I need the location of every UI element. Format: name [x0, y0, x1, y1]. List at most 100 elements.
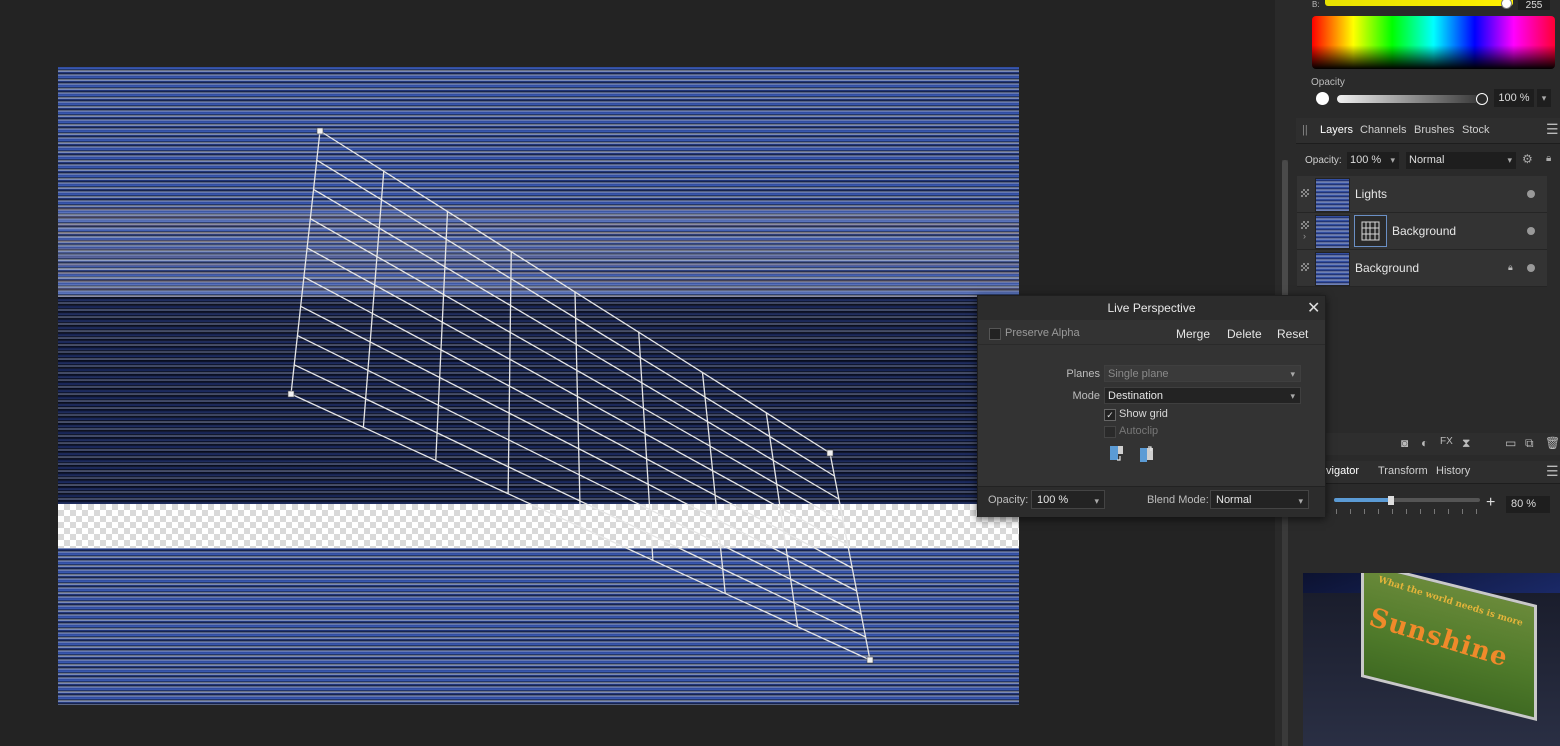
layer-opacity-value: 100 % — [1350, 154, 1382, 166]
filter-blend-value: Normal — [1216, 494, 1252, 506]
layer-row-lights[interactable]: Lights — [1297, 176, 1547, 213]
color-opacity-value[interactable]: 100 % — [1494, 89, 1534, 107]
layer-blend-mode-select[interactable]: Normal ▾ — [1406, 152, 1516, 169]
visibility-dot-icon[interactable] — [1527, 227, 1535, 235]
layer-thumbnail — [1315, 215, 1350, 249]
tab-transform[interactable]: Transform — [1378, 465, 1428, 477]
layer-checker-icon — [1301, 263, 1309, 271]
hamburger-icon[interactable]: ☰ — [1546, 121, 1559, 138]
zoom-slider-knob[interactable] — [1388, 496, 1394, 505]
filter-opacity-value: 100 % — [1037, 494, 1069, 506]
chevron-down-icon[interactable]: ▾ — [1537, 89, 1551, 107]
chevron-down-icon: ▾ — [1290, 369, 1295, 379]
layer-thumbnail — [1315, 178, 1350, 212]
tab-layers[interactable]: Layers — [1320, 124, 1353, 136]
grid-line-vertical — [290, 130, 321, 395]
color-opacity-slider[interactable] — [1337, 95, 1479, 103]
hamburger-icon[interactable]: ☰ — [1546, 463, 1559, 480]
visibility-dot-icon[interactable] — [1527, 190, 1535, 198]
grid-line-vertical — [507, 251, 512, 494]
folder-icon[interactable]: ▭ — [1505, 436, 1516, 450]
mode-select[interactable]: Destination ▾ — [1104, 387, 1301, 404]
filter-blend-label: Blend Mode: — [1147, 494, 1209, 506]
grid-line-vertical — [765, 412, 799, 627]
b-channel-value[interactable]: 255 — [1518, 0, 1550, 11]
trash-icon[interactable]: 🗑︎ — [1545, 436, 1560, 450]
grid-corner-handle[interactable] — [826, 449, 834, 457]
show-grid-checkbox[interactable]: ✓ — [1104, 409, 1116, 421]
tab-brushes[interactable]: Brushes — [1414, 124, 1454, 136]
filter-opacity-label: Opacity: — [988, 494, 1029, 506]
source-image-icon[interactable] — [1110, 446, 1124, 462]
grid-line-horizontal — [319, 130, 831, 454]
lock-icon[interactable]: 🔒︎ — [1546, 153, 1551, 164]
color-opacity-knob[interactable] — [1476, 93, 1488, 105]
zoom-slider-fill — [1334, 498, 1391, 502]
b-channel-slider[interactable] — [1325, 0, 1513, 6]
filter-blend-select[interactable]: Normal ▾ — [1210, 490, 1309, 509]
dialog-divider — [978, 344, 1325, 345]
perspective-filter-icon — [1354, 215, 1387, 247]
autoclip-label: Autoclip — [1119, 425, 1159, 437]
grid-line-horizontal — [297, 334, 862, 615]
dialog-title: Live Perspective — [1107, 301, 1196, 315]
zoom-ticks — [1336, 509, 1478, 514]
tab-channels[interactable]: Channels — [1360, 124, 1406, 136]
preserve-alpha-label: Preserve Alpha — [1005, 327, 1080, 339]
tab-stock[interactable]: Stock — [1462, 124, 1490, 136]
merge-button[interactable]: Merge — [1176, 327, 1210, 341]
filter-opacity-field[interactable]: 100 % ▾ — [1031, 490, 1105, 509]
fx-icon[interactable]: FX — [1440, 436, 1453, 447]
mode-value: Destination — [1108, 390, 1164, 402]
color-swatch[interactable] — [1316, 92, 1329, 105]
live-perspective-dialog: Live Perspective ✕ Preserve Alpha Merge … — [977, 295, 1326, 517]
visibility-dot-icon[interactable] — [1527, 264, 1535, 272]
grid-line-horizontal — [316, 159, 835, 477]
planes-select[interactable]: Single plane ▾ — [1104, 365, 1301, 382]
grid-line-vertical — [362, 171, 385, 428]
planes-value: Single plane — [1108, 368, 1169, 380]
layer-opacity-field[interactable]: 100 % ▾ — [1347, 152, 1399, 169]
adjustment-icon[interactable]: ◐ — [1421, 436, 1428, 450]
grid-line-horizontal — [300, 305, 857, 592]
mask-icon[interactable]: ◙ — [1401, 436, 1408, 450]
delete-button[interactable]: Delete — [1227, 327, 1262, 341]
zoom-in-icon[interactable]: + — [1486, 494, 1495, 512]
layer-thumbnail — [1315, 252, 1350, 286]
close-icon[interactable]: ✕ — [1307, 298, 1320, 318]
grid-corner-handle[interactable] — [287, 390, 295, 398]
grid-line-vertical — [638, 332, 654, 561]
hourglass-icon[interactable]: ⧗ — [1462, 436, 1470, 451]
layer-name: Background — [1355, 261, 1420, 275]
lock-icon[interactable]: 🔒︎ — [1508, 262, 1513, 273]
chevron-right-icon[interactable]: › — [1303, 231, 1306, 241]
grid-corner-handle[interactable] — [866, 656, 874, 664]
preserve-alpha-checkbox[interactable] — [989, 328, 1001, 340]
grid-line-vertical — [574, 291, 582, 528]
navigator-preview[interactable]: What the world needs is more Sunshine — [1303, 573, 1560, 746]
layer-opacity-label: Opacity: — [1305, 155, 1342, 166]
destination-image-icon[interactable] — [1140, 446, 1154, 462]
chevron-down-icon: ▾ — [1507, 155, 1512, 165]
mode-label: Mode — [1072, 390, 1100, 402]
chevron-down-icon: ▾ — [1290, 391, 1295, 401]
layer-row-background[interactable]: Background 🔒︎ — [1297, 250, 1547, 287]
add-layer-icon[interactable]: ⧉ — [1525, 436, 1534, 451]
autoclip-checkbox[interactable] — [1104, 426, 1116, 438]
layer-name: Background — [1392, 224, 1457, 238]
reset-button[interactable]: Reset — [1277, 327, 1308, 341]
zoom-value-field[interactable]: 80 % — [1506, 496, 1550, 513]
layer-checker-icon — [1301, 221, 1309, 229]
chevron-down-icon: ▾ — [1390, 155, 1395, 165]
layer-row-background-perspective[interactable]: › Background — [1297, 213, 1547, 250]
color-opacity-label: Opacity — [1311, 77, 1345, 88]
grip-icon[interactable]: || — [1302, 124, 1308, 136]
b-channel-label: B: — [1312, 0, 1320, 9]
grid-line-horizontal — [303, 276, 853, 569]
planes-label: Planes — [1066, 368, 1100, 380]
color-spectrum[interactable] — [1312, 16, 1555, 69]
gear-icon[interactable]: ⚙ — [1522, 152, 1533, 166]
grid-corner-handle[interactable] — [316, 127, 324, 135]
show-grid-label: Show grid — [1119, 408, 1168, 420]
tab-history[interactable]: History — [1436, 465, 1470, 477]
